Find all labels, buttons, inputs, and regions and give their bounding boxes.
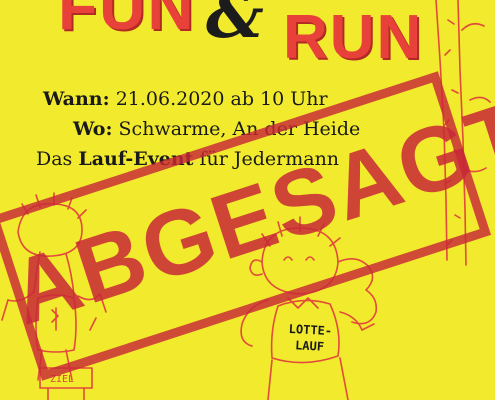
tagline-pre: Das xyxy=(36,148,79,170)
event-poster: FUN & RUN Wann: 21.06.2020 ab 10 Uhr Wo:… xyxy=(0,0,495,400)
when-label: Wann: xyxy=(43,88,110,110)
where-label: Wo: xyxy=(73,118,113,140)
when-value: 21.06.2020 ab 10 Uhr xyxy=(115,88,328,110)
title-run: RUN xyxy=(283,3,424,72)
title-fun: FUN xyxy=(58,0,196,43)
shirt-line-2: LAUF xyxy=(294,338,325,354)
shirt-lettering: LOTTE- LAUF xyxy=(281,321,339,356)
shirt-line-1: LOTTE- xyxy=(288,321,333,339)
title-ampersand: & xyxy=(206,0,264,53)
event-date-line: Wann: 21.06.2020 ab 10 Uhr xyxy=(43,88,328,110)
